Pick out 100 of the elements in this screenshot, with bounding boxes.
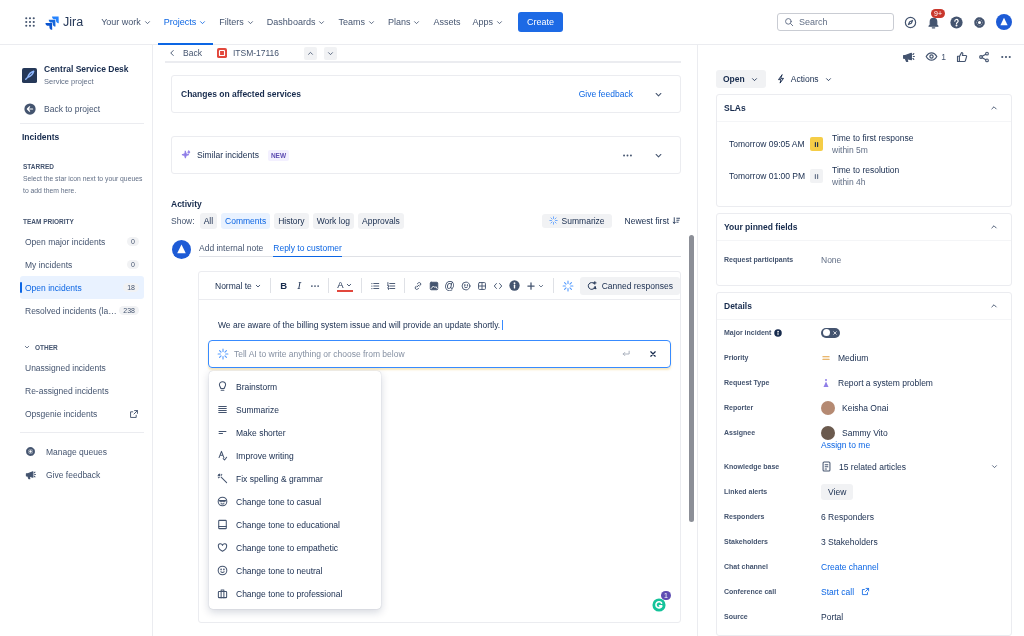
actions-dropdown[interactable]: Actions [775,74,833,84]
activity-filter[interactable]: All [199,212,218,229]
actions-label: Actions [790,74,819,84]
expand-icon[interactable] [990,462,999,471]
writing-assistant-icon[interactable] [652,598,666,612]
sort-button[interactable]: Newest first [624,215,681,226]
search-field[interactable]: Search [777,13,894,31]
comment-tab[interactable]: Add internal note [199,243,264,257]
menu-item[interactable]: Change tone to casual [209,490,381,513]
queue-item[interactable]: Unassigned incidents [20,356,144,379]
view-button[interactable]: View [821,483,854,500]
scrollbar-thumb[interactable] [689,235,694,522]
nav-item[interactable]: Apps [466,0,510,45]
menu-item[interactable]: Make shorter [209,421,381,444]
collapse-icon[interactable] [989,222,999,232]
profile-avatar[interactable] [996,14,1012,30]
back-icon [24,103,36,115]
smiley-glasses-icon [217,496,228,507]
product-logo-icon[interactable] [45,14,60,30]
share-icon[interactable] [978,50,990,63]
menu-item-label: Change tone to neutral [236,565,323,576]
field-link[interactable]: Create channel [821,561,879,572]
table-icon[interactable] [476,280,487,291]
notifications-icon[interactable] [927,15,940,29]
menu-item[interactable]: Change tone to empathetic [209,536,381,559]
assign-to-me-link[interactable]: Assign to me [821,440,1011,454]
field-value: Portal [821,611,844,622]
activity-filter[interactable]: Approvals [358,212,404,229]
sidebar-footer-item[interactable]: Give feedback [20,463,144,486]
summarize-button[interactable]: Summarize [541,213,612,228]
smiley-icon [217,565,228,576]
nav-item[interactable]: Projects [157,0,214,45]
activity-filter[interactable]: Work log [312,212,354,229]
status-dropdown[interactable]: Open [716,70,766,88]
collapse-icon[interactable] [23,343,31,351]
image-icon[interactable] [428,280,439,291]
field-link[interactable]: Start call [821,586,855,597]
compass-icon[interactable] [904,15,917,29]
menu-item[interactable]: Change tone to neutral [209,559,381,582]
collapse-icon[interactable] [989,103,999,113]
link-icon[interactable] [412,280,423,291]
emoji-icon[interactable] [460,280,471,291]
close-icon[interactable] [648,349,658,359]
articles-link[interactable]: 15 related articles [839,461,907,472]
product-name[interactable]: Jira [63,15,84,29]
app-switcher-icon[interactable] [24,16,36,28]
menu-item[interactable]: Change tone to educational [209,513,381,536]
bullet-list-icon[interactable] [369,280,380,291]
ai-prompt-input[interactable]: Tell AI to write anything or choose from below [234,349,616,359]
sidebar-footer-item[interactable]: Manage queues [20,440,144,463]
menu-item-label: Make shorter [236,427,286,438]
numbered-list-icon[interactable] [385,280,396,291]
toggle-switch[interactable] [821,327,840,338]
megaphone-icon[interactable] [902,50,916,63]
search-input[interactable]: Search [799,17,889,27]
watch-button[interactable]: 1 [925,50,946,63]
nav-item[interactable]: Filters [213,0,261,45]
back-label: Back [183,48,202,58]
menu-item[interactable]: Brainstorm [209,375,381,398]
queue-item[interactable]: Re-assigned incidents [20,379,144,402]
nav-item[interactable]: Dashboards [260,0,333,45]
field-value: 6 Responders [821,511,874,522]
nav-item[interactable]: Assets [427,0,467,45]
comment-tab[interactable]: Reply to customer [273,243,342,257]
settings-icon[interactable] [973,15,986,29]
menu-item-label: Change tone to educational [236,519,340,530]
text-color-button[interactable]: A [337,279,353,292]
menu-item[interactable]: Change tone to professional [209,582,381,605]
text-style-dropdown[interactable]: Normal te [215,280,262,291]
user-avatar [821,400,835,415]
mention-button[interactable]: @ [444,280,455,291]
help-icon[interactable] [950,15,963,29]
back-link[interactable]: Back [167,48,202,58]
nav-item[interactable]: Your work [95,0,158,45]
code-icon[interactable] [492,280,503,291]
collapse-icon[interactable] [989,301,999,311]
book-icon [217,519,228,530]
feedback-link[interactable]: Give feedback [578,89,633,99]
activity-filter[interactable]: Comments [221,212,271,229]
ai-prompt-field[interactable]: Tell AI to write anything or choose from below [208,340,671,368]
back-to-project-link[interactable]: Back to project [24,102,144,116]
canned-responses-button[interactable]: Canned responses [579,276,680,295]
field-value: Report a system problem [838,377,933,388]
menu-item[interactable]: Improve writing [209,444,381,467]
nav-item[interactable]: Teams [332,0,382,45]
list-icon [217,404,228,415]
thumbs-up-icon[interactable] [956,50,968,63]
info-icon[interactable] [508,280,520,291]
issue-key-link[interactable]: ITSM-17116 [216,48,280,58]
nav-item[interactable]: Plans [381,0,428,45]
create-button[interactable]: Create [517,12,563,32]
info-icon[interactable] [774,328,783,337]
letter-check-icon [217,450,228,461]
bold-button[interactable]: B [278,280,289,291]
menu-item[interactable]: Fix spelling & grammar [209,467,381,490]
insert-icon[interactable] [525,280,536,291]
italic-button[interactable]: I [294,280,305,291]
queue-item[interactable]: Opsgenie incidents [20,402,144,425]
menu-item[interactable]: Summarize [209,398,381,421]
activity-filter[interactable]: History [274,212,309,229]
